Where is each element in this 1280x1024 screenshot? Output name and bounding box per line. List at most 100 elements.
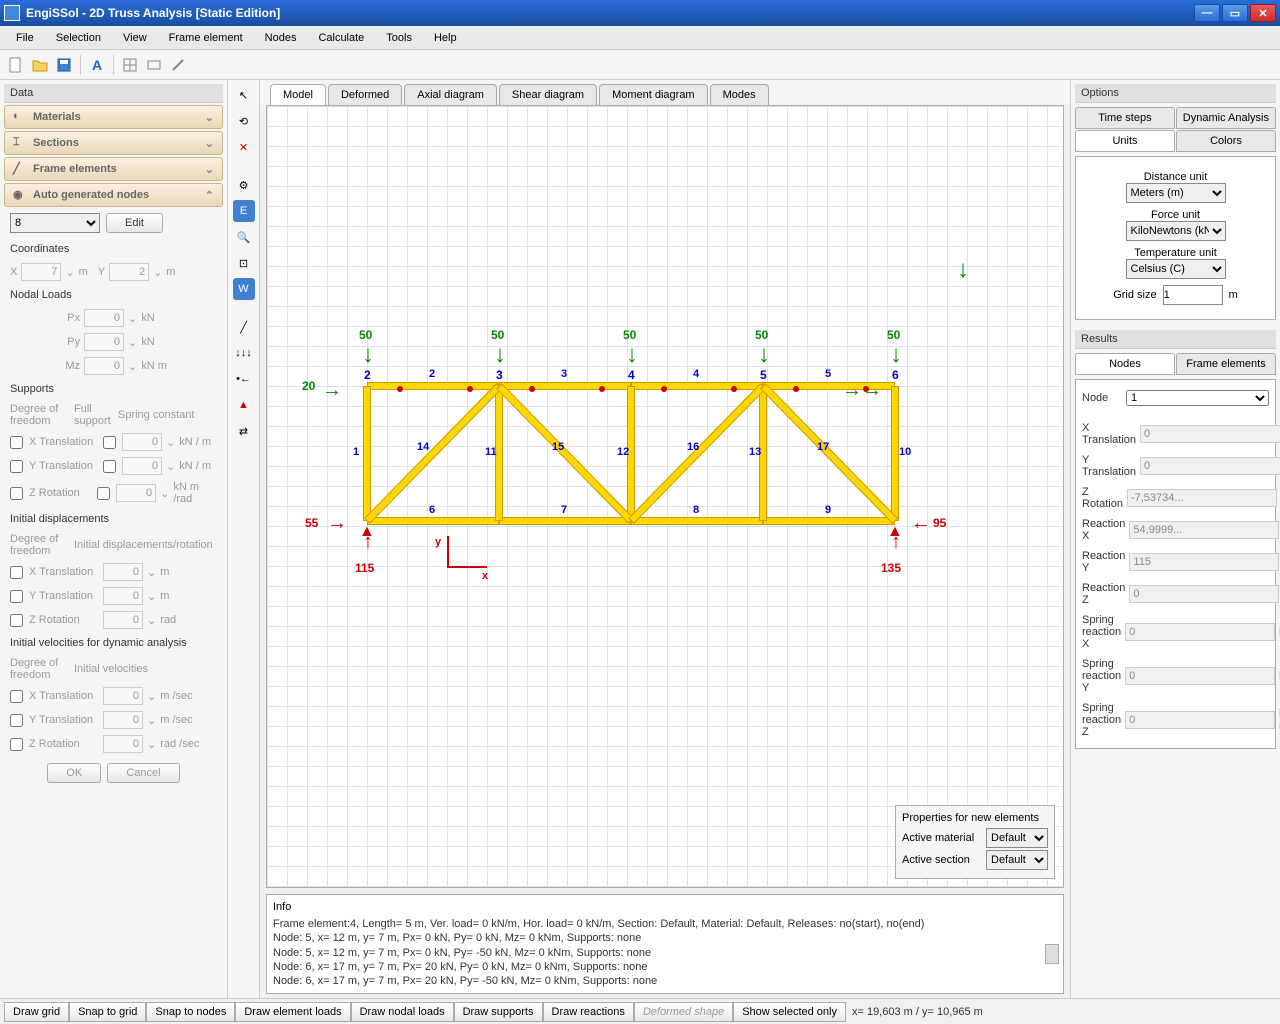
minimize-button[interactable]: — xyxy=(1194,4,1220,22)
tab-moment[interactable]: Moment diagram xyxy=(599,84,708,105)
status-snap-grid[interactable]: Snap to grid xyxy=(69,1002,146,1022)
disp-yt-check[interactable] xyxy=(10,590,23,603)
force-unit-select[interactable]: KiloNewtons (kN) xyxy=(1126,221,1226,241)
disp-xt-check[interactable] xyxy=(10,566,23,579)
mz-input[interactable] xyxy=(84,357,124,375)
disp-yt-val[interactable] xyxy=(103,587,143,605)
menu-view[interactable]: View xyxy=(113,29,157,47)
tab-model[interactable]: Model xyxy=(270,84,326,105)
pointer-icon[interactable]: ↖ xyxy=(233,84,255,106)
sup-zr-full[interactable] xyxy=(97,487,110,500)
zoom-in-icon[interactable]: 🔍 xyxy=(233,226,255,248)
chevron-down-icon[interactable]: ⌄ xyxy=(147,614,156,627)
status-deformed-shape[interactable]: Deformed shape xyxy=(634,1002,733,1022)
menu-selection[interactable]: Selection xyxy=(46,29,111,47)
chevron-down-icon[interactable]: ⌄ xyxy=(166,460,175,473)
distance-unit-select[interactable]: Meters (m) xyxy=(1126,183,1226,203)
tool-grid-icon[interactable] xyxy=(120,55,140,75)
menu-frame-element[interactable]: Frame element xyxy=(159,29,253,47)
tool-b-icon[interactable] xyxy=(144,55,164,75)
model-canvas[interactable]: ↓50 ↓50 ↓50 ↓50 ↓50 ↓ → 20 xyxy=(266,105,1064,888)
chevron-down-icon[interactable]: ⌄ xyxy=(128,336,137,349)
status-snap-nodes[interactable]: Snap to nodes xyxy=(146,1002,235,1022)
menu-calculate[interactable]: Calculate xyxy=(308,29,374,47)
result-node-select[interactable]: 1 xyxy=(1126,390,1269,406)
chevron-down-icon[interactable]: ⌄ xyxy=(128,360,137,373)
chevron-down-icon[interactable]: ⌄ xyxy=(147,690,156,703)
vel-xt-val[interactable] xyxy=(103,687,143,705)
load-down-icon[interactable]: ↓↓↓ xyxy=(233,342,255,364)
sup-xt-val[interactable] xyxy=(122,433,162,451)
status-show-selected[interactable]: Show selected only xyxy=(733,1002,846,1022)
vel-xt-check[interactable] xyxy=(10,690,23,703)
ok-button[interactable]: OK xyxy=(47,763,101,783)
tool-a-icon[interactable]: A xyxy=(87,55,107,75)
sup-zr-check[interactable] xyxy=(10,487,23,500)
vel-yt-val[interactable] xyxy=(103,711,143,729)
px-input[interactable] xyxy=(84,309,124,327)
tab-units[interactable]: Units xyxy=(1075,130,1175,152)
tool-c-icon[interactable] xyxy=(168,55,188,75)
open-icon[interactable] xyxy=(30,55,50,75)
scrollbar-thumb[interactable] xyxy=(1045,944,1059,964)
chevron-down-icon[interactable]: ⌄ xyxy=(65,266,74,279)
node-select[interactable]: 8 xyxy=(10,213,100,233)
active-section-select[interactable]: Default xyxy=(986,850,1048,870)
sup-yt-check[interactable] xyxy=(10,460,23,473)
chevron-down-icon[interactable]: ⌄ xyxy=(128,312,137,325)
disp-zr-check[interactable] xyxy=(10,614,23,627)
support-icon[interactable]: ▲ xyxy=(233,394,255,416)
accordion-auto-nodes[interactable]: ◉Auto generated nodes⌃ xyxy=(4,183,223,207)
tab-result-nodes[interactable]: Nodes xyxy=(1075,353,1175,375)
sup-xt-full[interactable] xyxy=(103,436,116,449)
coord-y-input[interactable] xyxy=(109,263,149,281)
accordion-frame-elements[interactable]: ╱Frame elements⌄ xyxy=(4,157,223,181)
tool-swap-icon[interactable]: ⇄ xyxy=(233,420,255,442)
save-icon[interactable] xyxy=(54,55,74,75)
edit-button[interactable]: Edit xyxy=(106,213,163,233)
status-draw-nodal-loads[interactable]: Draw nodal loads xyxy=(351,1002,454,1022)
close-button[interactable]: ✕ xyxy=(1250,4,1276,22)
chevron-down-icon[interactable]: ⌄ xyxy=(147,590,156,603)
menu-help[interactable]: Help xyxy=(424,29,467,47)
chevron-down-icon[interactable]: ⌄ xyxy=(147,566,156,579)
tab-axial[interactable]: Axial diagram xyxy=(404,84,497,105)
accordion-sections[interactable]: ⌶Sections⌄ xyxy=(4,131,223,155)
maximize-button[interactable]: ▭ xyxy=(1222,4,1248,22)
tool-2-icon[interactable]: E xyxy=(233,200,255,222)
tool-w-icon[interactable]: W xyxy=(233,278,255,300)
chevron-down-icon[interactable]: ⌄ xyxy=(147,714,156,727)
status-draw-supports[interactable]: Draw supports xyxy=(454,1002,543,1022)
chevron-down-icon[interactable]: ⌄ xyxy=(166,436,175,449)
sup-yt-val[interactable] xyxy=(122,457,162,475)
py-input[interactable] xyxy=(84,333,124,351)
draw-line-icon[interactable]: ╱ xyxy=(233,316,255,338)
node-tool-icon[interactable]: •← xyxy=(233,368,255,390)
status-draw-element-loads[interactable]: Draw element loads xyxy=(235,1002,350,1022)
sup-zr-val[interactable] xyxy=(116,484,156,502)
status-draw-grid[interactable]: Draw grid xyxy=(4,1002,69,1022)
disp-zr-val[interactable] xyxy=(103,611,143,629)
tab-modes[interactable]: Modes xyxy=(710,84,769,105)
delete-axis-icon[interactable]: ✕ xyxy=(233,136,255,158)
chevron-down-icon[interactable]: ⌄ xyxy=(147,738,156,751)
vel-zr-val[interactable] xyxy=(103,735,143,753)
tab-colors[interactable]: Colors xyxy=(1176,130,1276,152)
rotate-icon[interactable]: ⟲ xyxy=(233,110,255,132)
tool-1-icon[interactable]: ⚙ xyxy=(233,174,255,196)
sup-yt-full[interactable] xyxy=(103,460,116,473)
disp-xt-val[interactable] xyxy=(103,563,143,581)
coord-x-input[interactable] xyxy=(21,263,61,281)
chevron-down-icon[interactable]: ⌄ xyxy=(153,266,162,279)
accordion-materials[interactable]: ◐Materials⌄ xyxy=(4,105,223,129)
active-material-select[interactable]: Default xyxy=(986,828,1048,848)
tab-result-frame[interactable]: Frame elements xyxy=(1176,353,1276,375)
vel-zr-check[interactable] xyxy=(10,738,23,751)
menu-file[interactable]: File xyxy=(6,29,44,47)
cancel-button[interactable]: Cancel xyxy=(107,763,179,783)
grid-size-input[interactable] xyxy=(1163,285,1223,305)
menu-nodes[interactable]: Nodes xyxy=(255,29,307,47)
menu-tools[interactable]: Tools xyxy=(376,29,422,47)
tab-deformed[interactable]: Deformed xyxy=(328,84,402,105)
sup-xt-check[interactable] xyxy=(10,436,23,449)
